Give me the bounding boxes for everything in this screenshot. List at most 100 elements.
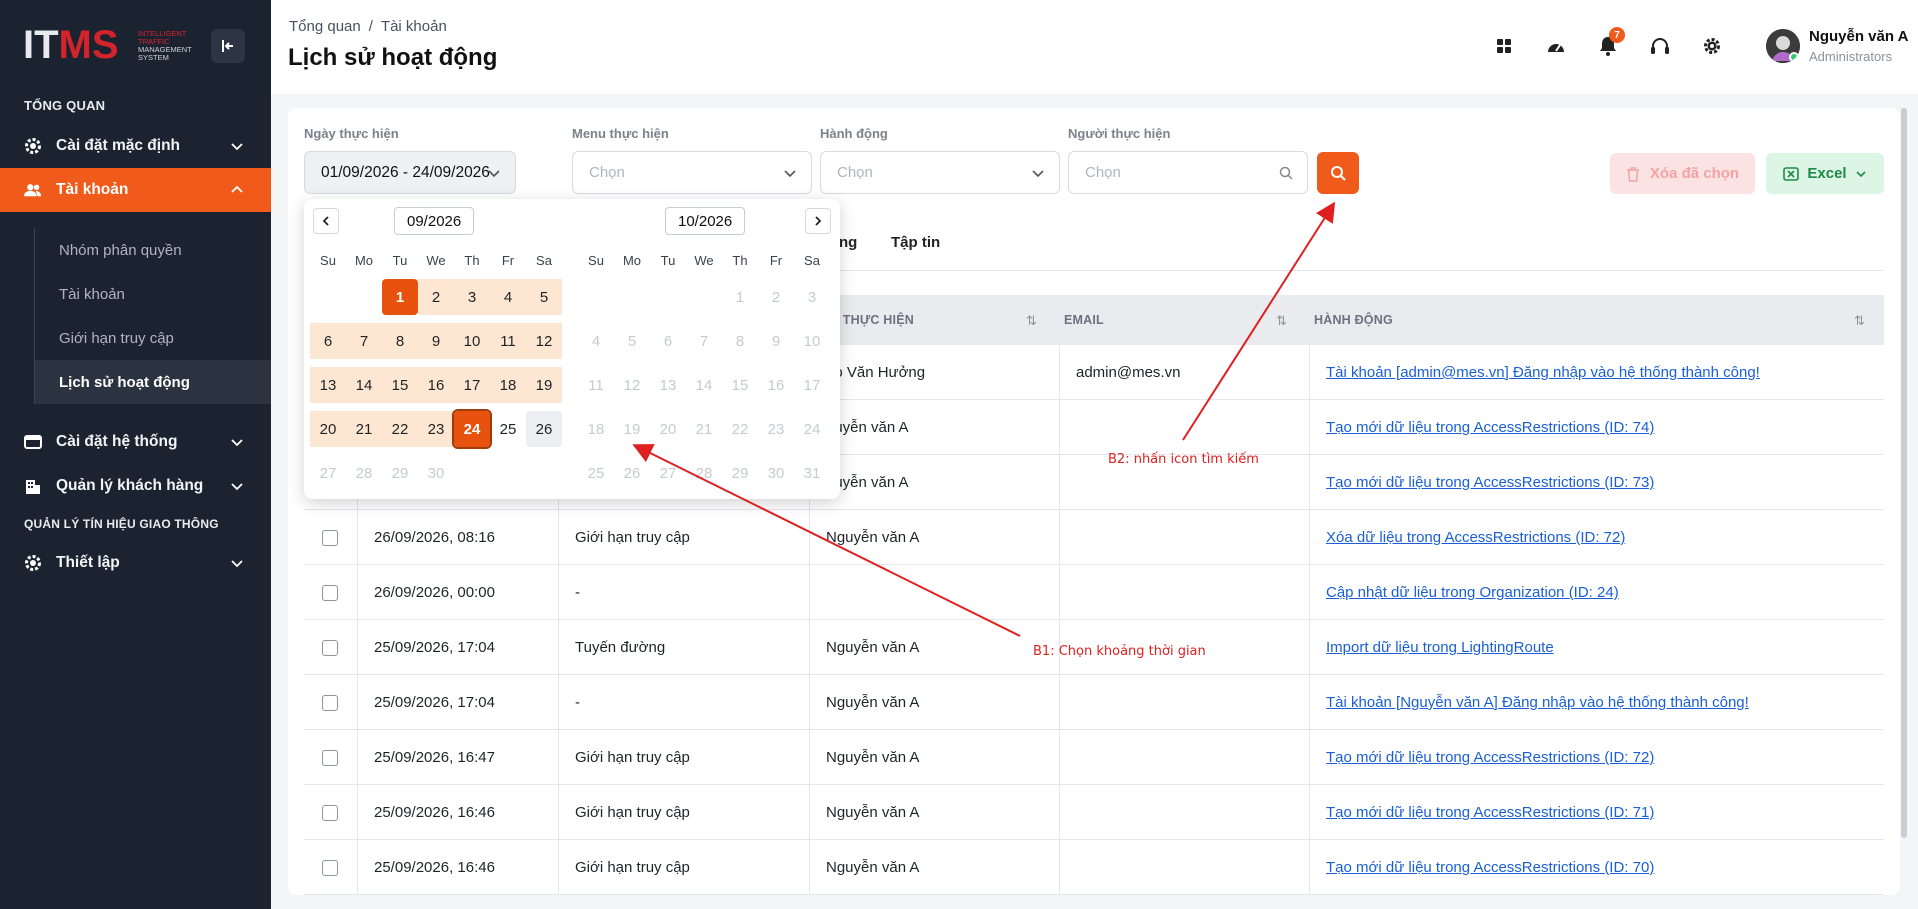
right-day[interactable]: 7 [686, 323, 722, 359]
right-day[interactable]: 30 [758, 455, 794, 491]
right-day[interactable]: 14 [686, 367, 722, 403]
left-day[interactable]: 7 [346, 323, 382, 359]
right-day[interactable]: 25 [578, 455, 614, 491]
breadcrumb-accounts[interactable]: Tài khoản [381, 18, 447, 35]
row-checkbox[interactable] [322, 804, 338, 821]
left-day[interactable]: 28 [346, 455, 382, 491]
table-row[interactable]: 25/09/2026, 16:46 Giới hạn truy cập Nguyễn… [304, 840, 1884, 895]
table-row[interactable]: 25/09/2026, 16:47 Giới hạn truy cập Nguyễn… [304, 730, 1884, 785]
headset-support-icon[interactable] [1646, 32, 1674, 60]
left-day[interactable]: 26 [526, 411, 562, 447]
table-row[interactable]: 25/09/2026, 17:04 - Nguyễn văn A Tài khoản … [304, 675, 1884, 730]
left-day[interactable]: 27 [310, 455, 346, 491]
left-day[interactable]: 29 [382, 455, 418, 491]
table-row[interactable]: 26/09/2026, 08:16 Giới hạn truy cập Nguyễn… [304, 510, 1884, 565]
left-day[interactable]: 18 [490, 367, 526, 403]
date-range-input[interactable]: 01/09/2026 - 24/09/2026 [304, 151, 516, 194]
right-day[interactable]: 1 [722, 279, 758, 315]
right-day[interactable]: 4 [578, 323, 614, 359]
right-day[interactable]: 27 [650, 455, 686, 491]
left-day[interactable]: 17 [454, 367, 490, 403]
row-action-link[interactable]: Tài khoản [admin@mes.vn] Đăng nhập vào h… [1326, 364, 1760, 381]
right-day[interactable]: 16 [758, 367, 794, 403]
user-search-input[interactable]: Chọn [1068, 151, 1308, 194]
avatar[interactable] [1766, 29, 1800, 63]
left-day[interactable]: 10 [454, 323, 490, 359]
tab-files[interactable]: Tập tin [891, 234, 940, 251]
left-day[interactable]: 25 [490, 411, 526, 447]
dashboard-gauge-icon[interactable] [1542, 32, 1570, 60]
table-row[interactable]: 26/09/2026, 00:00 - Cập nhật dữ liệu trong… [304, 565, 1884, 620]
left-day[interactable]: 9 [418, 323, 454, 359]
sidebar-subitem-accounts[interactable]: Tài khoản [34, 272, 271, 316]
left-day[interactable]: 30 [418, 455, 454, 491]
next-month-button[interactable] [805, 208, 831, 234]
right-day[interactable]: 11 [578, 367, 614, 403]
notification-bell-icon[interactable]: 7 [1594, 27, 1625, 60]
left-day[interactable]: 23 [418, 411, 454, 447]
row-action-link[interactable]: Xóa dữ liệu trong AccessRestrictions (ID… [1326, 529, 1625, 546]
row-action-link[interactable]: Tạo mới dữ liệu trong AccessRestrictions… [1326, 804, 1654, 821]
left-day[interactable]: 1 [382, 279, 418, 315]
sidebar-item-accounts[interactable]: Tài khoản [0, 168, 271, 212]
right-day[interactable]: 18 [578, 411, 614, 447]
row-action-link[interactable]: Cập nhật dữ liệu trong Organization (ID:… [1326, 584, 1619, 601]
sidebar-subitem-permission-groups[interactable]: Nhóm phân quyền [34, 228, 271, 272]
row-checkbox[interactable] [322, 639, 338, 656]
left-day[interactable]: 6 [310, 323, 346, 359]
left-day[interactable]: 15 [382, 367, 418, 403]
menu-select[interactable]: Chọn [572, 151, 812, 194]
right-day[interactable]: 21 [686, 411, 722, 447]
right-day[interactable]: 24 [794, 411, 830, 447]
breadcrumb-overview[interactable]: Tổng quan [289, 18, 361, 35]
right-month-select[interactable]: 10/2026 [665, 207, 746, 235]
right-day[interactable]: 10 [794, 323, 830, 359]
left-day[interactable]: 14 [346, 367, 382, 403]
right-day[interactable]: 8 [722, 323, 758, 359]
row-action-link[interactable]: Tài khoản [Nguyễn văn A] Đăng nhập vào h… [1326, 694, 1749, 711]
left-day[interactable]: 24 [452, 409, 492, 449]
table-row[interactable]: 25/09/2026, 16:46 Giới hạn truy cập Nguyễn… [304, 785, 1884, 840]
row-checkbox[interactable] [322, 584, 338, 601]
left-day[interactable]: 8 [382, 323, 418, 359]
page-scrollbar[interactable] [1901, 108, 1907, 838]
row-action-link[interactable]: Tạo mới dữ liệu trong AccessRestrictions… [1326, 859, 1654, 876]
sort-icon[interactable]: ⇅ [1854, 313, 1865, 329]
th-email[interactable]: EMAIL [1064, 295, 1104, 345]
delete-selected-button[interactable]: Xóa đã chọn [1610, 153, 1755, 194]
row-checkbox[interactable] [322, 529, 338, 546]
search-button[interactable] [1317, 152, 1359, 194]
right-day[interactable]: 28 [686, 455, 722, 491]
left-day[interactable]: 20 [310, 411, 346, 447]
sidebar-item-system-settings[interactable]: Cài đặt hệ thống [0, 420, 271, 464]
left-day[interactable]: 11 [490, 323, 526, 359]
right-day[interactable]: 3 [794, 279, 830, 315]
right-day[interactable]: 9 [758, 323, 794, 359]
row-action-link[interactable]: Tạo mới dữ liệu trong AccessRestrictions… [1326, 474, 1654, 491]
tab-activity[interactable]: ng [839, 234, 857, 251]
left-month-select[interactable]: 09/2026 [394, 207, 475, 235]
user-name[interactable]: Nguyễn văn A [1809, 28, 1908, 45]
sidebar-item-customers[interactable]: Quản lý khách hàng [0, 464, 271, 508]
right-day[interactable]: 22 [722, 411, 758, 447]
right-day[interactable]: 29 [722, 455, 758, 491]
right-day[interactable]: 17 [794, 367, 830, 403]
left-day[interactable]: 16 [418, 367, 454, 403]
right-day[interactable]: 6 [650, 323, 686, 359]
left-day[interactable]: 5 [526, 279, 562, 315]
left-day[interactable]: 19 [526, 367, 562, 403]
left-day[interactable]: 3 [454, 279, 490, 315]
row-checkbox[interactable] [322, 694, 338, 711]
right-day[interactable]: 31 [794, 455, 830, 491]
left-day[interactable]: 22 [382, 411, 418, 447]
row-action-link[interactable]: Tạo mới dữ liệu trong AccessRestrictions… [1326, 749, 1654, 766]
prev-month-button[interactable] [313, 208, 339, 234]
sort-icon[interactable]: ⇅ [1276, 313, 1287, 329]
right-day[interactable]: 5 [614, 323, 650, 359]
sidebar-item-default-settings[interactable]: Cài đặt mặc định [0, 124, 271, 168]
collapse-sidebar-button[interactable] [211, 29, 245, 63]
left-day[interactable]: 4 [490, 279, 526, 315]
right-day[interactable]: 20 [650, 411, 686, 447]
sidebar-subitem-access-limits[interactable]: Giới hạn truy cập [34, 316, 271, 360]
sidebar-subitem-activity-history[interactable]: Lịch sử hoạt động [34, 360, 271, 404]
